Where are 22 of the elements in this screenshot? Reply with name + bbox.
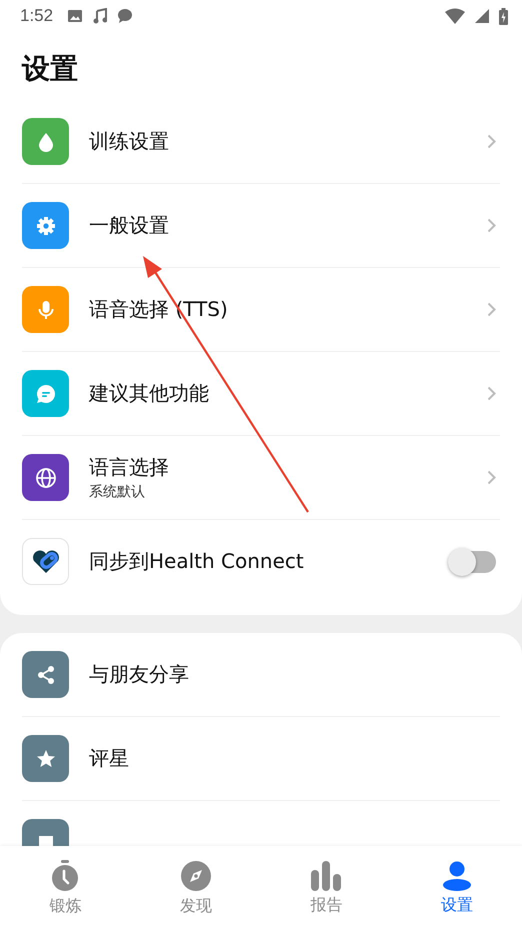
battery-icon: [499, 8, 508, 24]
toggle-switch[interactable]: [450, 550, 496, 572]
wifi-icon: [445, 8, 465, 24]
setting-label[interactable]: 建议其他功能: [89, 380, 467, 407]
compass-icon: [180, 860, 212, 892]
stopwatch-icon: [50, 860, 80, 892]
setting-label[interactable]: 语言选择: [89, 454, 467, 481]
setting-label[interactable]: 训练设置: [89, 128, 467, 155]
nav-tab[interactable]: 设置: [392, 846, 522, 926]
page-title: 设置: [22, 51, 79, 87]
chat-icon: [117, 8, 134, 24]
status-time: 1:52: [20, 6, 54, 26]
setting-label[interactable]: 与朋友分享: [89, 661, 500, 688]
setting-label[interactable]: 同步到Health Connect: [89, 548, 430, 575]
image-icon: [67, 9, 84, 23]
setting-label[interactable]: 一般设置: [89, 212, 467, 239]
person-icon: [442, 860, 472, 890]
setting-label[interactable]: 评星: [89, 745, 500, 772]
bar-chart-icon: [311, 860, 342, 890]
setting-subtitle: 系统默认: [89, 483, 146, 501]
signal-icon: [475, 9, 489, 23]
music-icon: [93, 8, 108, 24]
